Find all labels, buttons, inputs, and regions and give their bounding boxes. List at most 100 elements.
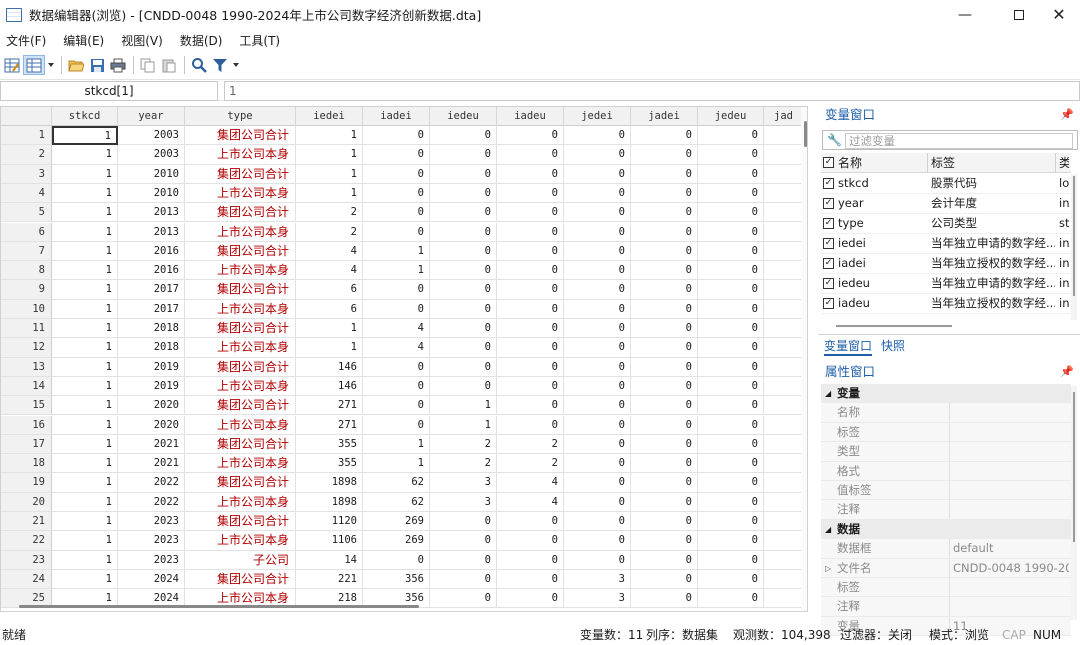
property-row[interactable]: 格式 [821, 461, 1071, 481]
row-number[interactable]: 24 [1, 569, 52, 590]
cell-jedeu[interactable]: 0 [698, 319, 764, 339]
property-row[interactable]: 注释 [821, 597, 1071, 617]
cell-jadei[interactable]: 0 [631, 299, 698, 319]
cell-stkcd[interactable]: 1 [52, 164, 118, 184]
row-number[interactable]: 6 [1, 222, 52, 242]
cell-year[interactable]: 2021 [118, 454, 185, 474]
cell-iadeu[interactable]: 0 [497, 531, 564, 551]
cell-jedeu[interactable]: 0 [698, 569, 764, 590]
column-header-jedeu[interactable]: jedeu [698, 107, 764, 126]
cell-iedeu[interactable]: 0 [430, 589, 497, 609]
cell-jad[interactable] [764, 145, 804, 165]
cell-year[interactable]: 2010 [118, 183, 185, 204]
cell-stkcd[interactable]: 1 [52, 550, 118, 570]
row-number[interactable]: 23 [1, 550, 52, 570]
cell-jedei[interactable]: 0 [564, 280, 631, 300]
cell-iedei[interactable]: 14 [296, 550, 363, 570]
cell-iedeu[interactable]: 0 [430, 222, 497, 242]
cell-type[interactable]: 上市公司本身 [185, 454, 296, 474]
cell-iedeu[interactable]: 0 [430, 569, 497, 590]
cell-jadei[interactable]: 0 [631, 126, 698, 146]
column-header-iedeu[interactable]: iedeu [430, 107, 497, 126]
cell-iedei[interactable]: 355 [296, 454, 363, 474]
cell-iadeu[interactable]: 0 [497, 396, 564, 416]
row-number[interactable]: 19 [1, 473, 52, 493]
cell-jedei[interactable]: 0 [564, 454, 631, 474]
cell-iedei[interactable]: 1106 [296, 531, 363, 551]
cell-type[interactable]: 集团公司合计 [185, 512, 296, 532]
tab-variables[interactable]: 变量窗口 [824, 337, 873, 356]
cell-iadeu[interactable]: 0 [497, 319, 564, 339]
variable-checkbox[interactable]: ✓ [823, 218, 834, 229]
cell-iedei[interactable]: 6 [296, 280, 363, 300]
cell-year[interactable]: 2016 [118, 261, 185, 281]
cell-iedei[interactable]: 6 [296, 299, 363, 319]
cell-iadei[interactable]: 4 [363, 319, 430, 339]
cell-iadeu[interactable]: 0 [497, 203, 564, 223]
cell-jadei[interactable]: 0 [631, 241, 698, 262]
cell-iedeu[interactable]: 0 [430, 126, 497, 146]
cell-jad[interactable] [764, 261, 804, 281]
cell-iedei[interactable]: 2 [296, 203, 363, 223]
row-number[interactable]: 20 [1, 492, 52, 512]
cell-jedei[interactable]: 0 [564, 512, 631, 532]
cell-iedei[interactable]: 1898 [296, 492, 363, 512]
cell-jedei[interactable]: 0 [564, 338, 631, 358]
cell-iedeu[interactable]: 3 [430, 492, 497, 512]
cell-iedei[interactable]: 1 [296, 338, 363, 358]
row-number[interactable]: 7 [1, 241, 52, 262]
cell-jadei[interactable]: 0 [631, 280, 698, 300]
cell-jedei[interactable]: 3 [564, 589, 631, 609]
cell-stkcd[interactable]: 1 [52, 569, 118, 590]
chevron-down-icon[interactable] [231, 55, 241, 75]
cell-iedeu[interactable]: 0 [430, 512, 497, 532]
cell-jedei[interactable]: 0 [564, 415, 631, 435]
cell-jadei[interactable]: 0 [631, 569, 698, 590]
variables-hscroll-thumb[interactable] [836, 325, 952, 327]
property-row[interactable]: 数据框 default [821, 539, 1071, 559]
cell-jedei[interactable]: 0 [564, 126, 631, 146]
cell-jad[interactable] [764, 376, 804, 397]
cell-type[interactable]: 上市公司本身 [185, 261, 296, 281]
cell-jadei[interactable]: 0 [631, 261, 698, 281]
cell-iadeu[interactable]: 0 [497, 145, 564, 165]
cell-iedeu[interactable]: 2 [430, 454, 497, 474]
cell-iedei[interactable]: 1898 [296, 473, 363, 493]
cell-jedeu[interactable]: 0 [698, 473, 764, 493]
cell-iadei[interactable]: 0 [363, 299, 430, 319]
variable-checkbox[interactable]: ✓ [823, 278, 834, 289]
cell-type[interactable]: 集团公司合计 [185, 357, 296, 377]
cell-iadei[interactable]: 0 [363, 550, 430, 570]
cell-iedei[interactable]: 146 [296, 357, 363, 377]
column-divider[interactable] [1055, 153, 1056, 173]
cell-jad[interactable] [764, 454, 804, 474]
column-header-type[interactable]: type [185, 107, 296, 126]
cell-jedeu[interactable]: 0 [698, 203, 764, 223]
cell-jad[interactable] [764, 241, 804, 262]
cell-iedeu[interactable]: 1 [430, 396, 497, 416]
cell-jedei[interactable]: 0 [564, 319, 631, 339]
cell-iadei[interactable]: 0 [363, 396, 430, 416]
cell-iedei[interactable]: 4 [296, 241, 363, 262]
cell-jad[interactable] [764, 357, 804, 377]
cell-iadei[interactable]: 4 [363, 338, 430, 358]
cell-iedeu[interactable]: 0 [430, 338, 497, 358]
cell-jedei[interactable]: 0 [564, 550, 631, 570]
cell-jedeu[interactable]: 0 [698, 512, 764, 532]
cell-iedei[interactable]: 4 [296, 261, 363, 281]
tab-snapshots[interactable]: 快照 [881, 337, 905, 354]
cell-stkcd[interactable]: 1 [52, 183, 118, 204]
cell-iedei[interactable]: 1 [296, 319, 363, 339]
properties-scroll-thumb[interactable] [1073, 392, 1075, 542]
open-folder-icon[interactable] [66, 55, 86, 75]
cell-iadeu[interactable]: 4 [497, 473, 564, 493]
label-column-header[interactable]: 标签 [931, 154, 1055, 171]
cell-iedeu[interactable]: 1 [430, 415, 497, 435]
cell-iadei[interactable]: 0 [363, 376, 430, 397]
cell-iadei[interactable]: 0 [363, 145, 430, 165]
browse-mode-icon[interactable] [23, 55, 45, 75]
cell-jad[interactable] [764, 473, 804, 493]
cell-type[interactable]: 集团公司合计 [185, 126, 296, 146]
column-header-iadeu[interactable]: iadeu [497, 107, 564, 126]
property-group-0[interactable]: ◢ 变量 [821, 384, 1071, 403]
